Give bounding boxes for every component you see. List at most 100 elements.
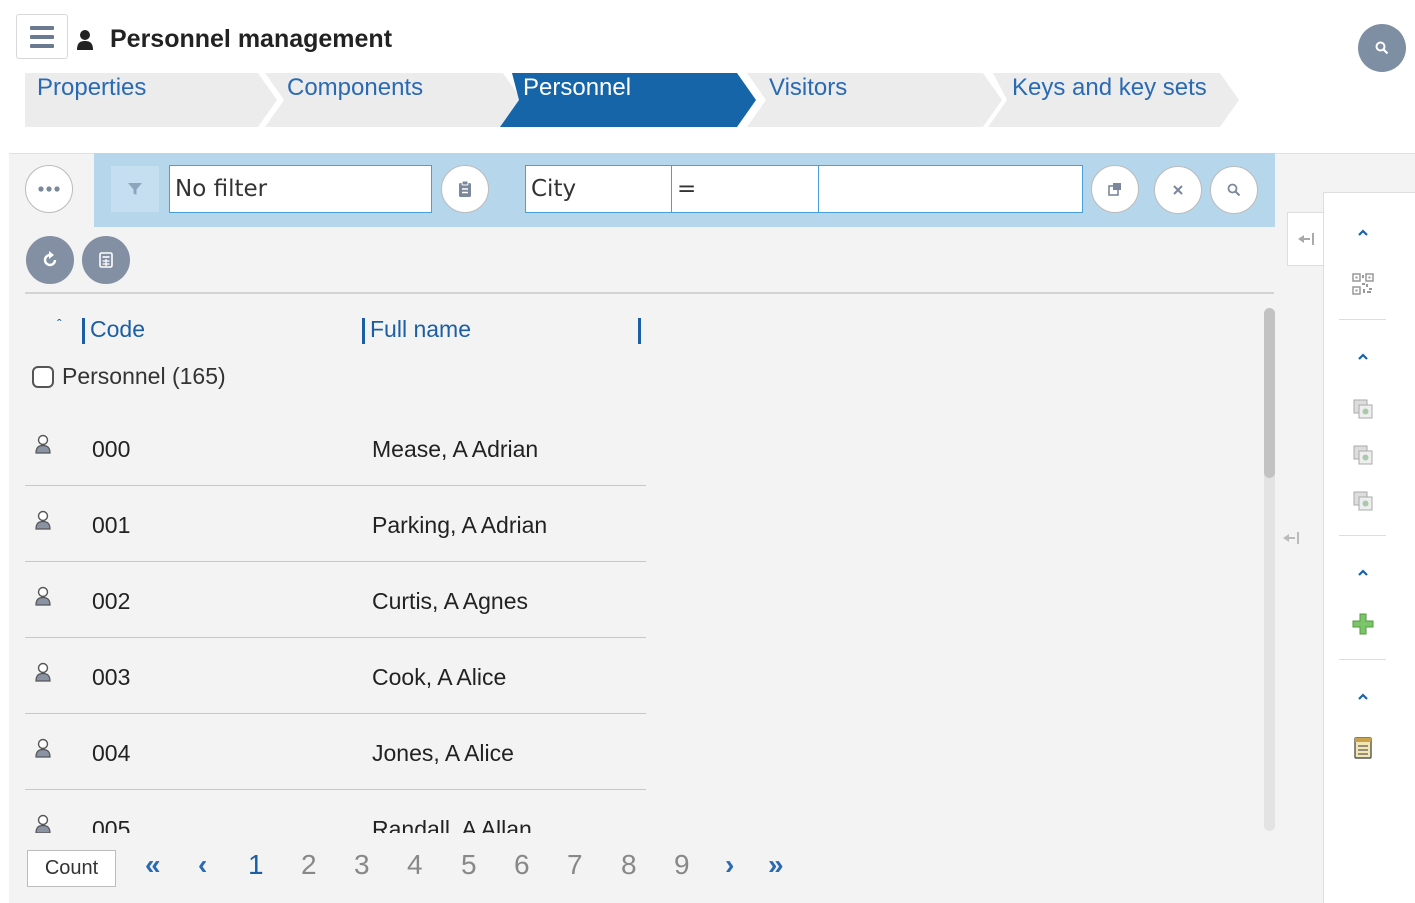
chevron-up-icon (1358, 569, 1368, 576)
column-header-full-name[interactable]: Full name (370, 316, 471, 343)
person-icon (35, 738, 51, 758)
row-full-name: Cook, A Alice (372, 664, 507, 690)
page-6-link[interactable]: 6 (514, 849, 530, 881)
row-code: 005 (92, 816, 131, 833)
copy-icon (1353, 445, 1373, 465)
search-icon (1375, 41, 1389, 55)
person-icon (35, 814, 51, 833)
chevron-up-icon (1358, 353, 1368, 360)
tab-components[interactable]: Components (287, 74, 423, 102)
report-button[interactable] (1352, 737, 1374, 759)
page-title: Personnel management (110, 25, 393, 53)
tab-keys-and-key-sets[interactable]: Keys and key sets (1012, 74, 1207, 102)
app-header: Personnel management Properties Componen… (0, 0, 1415, 150)
funnel-icon (128, 183, 142, 195)
apply-filter-search-button[interactable] (1210, 166, 1258, 214)
open-filter-dialog-button[interactable] (1091, 165, 1139, 213)
column-header-code[interactable]: Code (90, 316, 145, 343)
filter-field-select[interactable] (525, 165, 672, 213)
close-icon (1173, 185, 1183, 195)
clear-filter-button[interactable] (1154, 166, 1202, 214)
filter-operator-select[interactable] (671, 165, 819, 213)
report-icon (1354, 737, 1372, 759)
page-7-link[interactable]: 7 (567, 849, 583, 881)
row-code: 001 (92, 512, 131, 538)
page-5-link[interactable]: 5 (461, 849, 477, 881)
table-row[interactable]: 005 Randall, A Allan (25, 790, 646, 833)
collapse-panel-button[interactable] (1281, 531, 1301, 550)
hamburger-menu-icon[interactable] (16, 14, 68, 59)
calculator-button[interactable] (82, 236, 130, 284)
table-row[interactable]: 004 Jones, A Alice (25, 714, 646, 790)
filter-criteria-input[interactable] (818, 165, 1083, 213)
copy-icon (1353, 399, 1373, 419)
refresh-button[interactable] (26, 236, 74, 284)
collapse-arrow-icon (1297, 233, 1314, 245)
tab-properties[interactable]: Properties (37, 74, 146, 102)
add-record-button[interactable] (1352, 613, 1374, 635)
count-button[interactable]: Count (27, 850, 116, 887)
column-resize-handle[interactable] (82, 318, 85, 344)
page-3-link[interactable]: 3 (354, 849, 370, 881)
row-code: 000 (92, 436, 131, 462)
row-full-name: Mease, A Adrian (372, 436, 539, 462)
row-code: 003 (92, 664, 131, 690)
personnel-list: 000 Mease, A Adrian 001 Parking, A Adria… (25, 410, 646, 833)
person-icon (35, 434, 51, 454)
copy-record-button[interactable] (1352, 398, 1374, 420)
copy-record-button[interactable] (1352, 444, 1374, 466)
table-row[interactable]: 001 Parking, A Adrian (25, 486, 646, 562)
collapse-arrow-icon (1283, 532, 1299, 544)
next-page-button[interactable]: › (725, 849, 734, 881)
qr-code-button[interactable] (1352, 273, 1374, 295)
user-icon (77, 30, 93, 50)
sidebar-divider (1339, 659, 1386, 660)
row-full-name: Jones, A Alice (372, 740, 514, 766)
row-full-name: Curtis, A Agnes (372, 588, 528, 614)
table-row[interactable]: 003 Cook, A Alice (25, 638, 646, 714)
person-icon (35, 662, 51, 682)
column-resize-handle[interactable] (638, 318, 641, 344)
person-icon (35, 510, 51, 530)
page-2-link[interactable]: 2 (301, 849, 317, 881)
saved-filters-button[interactable] (441, 165, 489, 213)
global-search-button[interactable] (1358, 24, 1406, 72)
group-select-checkbox[interactable] (32, 365, 54, 388)
previous-page-button[interactable]: ‹ (198, 849, 207, 881)
copy-record-button[interactable] (1352, 490, 1374, 512)
row-full-name: Parking, A Adrian (372, 512, 548, 538)
page-1-link[interactable]: 1 (248, 849, 264, 881)
row-code: 004 (92, 740, 131, 766)
last-page-button[interactable]: » (768, 849, 784, 881)
first-page-button[interactable]: « (145, 849, 161, 881)
list-scrollbar-thumb[interactable] (1264, 308, 1275, 478)
page-8-link[interactable]: 8 (621, 849, 637, 881)
row-code: 002 (92, 588, 131, 614)
section-toggle[interactable] (1352, 561, 1374, 583)
page-9-link[interactable]: 9 (674, 849, 690, 881)
filter-toggle-button[interactable] (111, 166, 159, 212)
section-toggle[interactable] (1352, 345, 1374, 367)
actions-sidebar (1323, 192, 1415, 903)
calculator-icon (99, 252, 113, 268)
chevron-up-icon (1358, 229, 1368, 236)
chevron-up-icon (1358, 693, 1368, 700)
more-options-button[interactable] (25, 165, 73, 213)
person-icon (35, 586, 51, 606)
section-toggle[interactable] (1352, 221, 1374, 243)
table-row[interactable]: 002 Curtis, A Agnes (25, 562, 646, 638)
filter-name-input[interactable] (169, 165, 432, 213)
row-full-name: Randall, A Allan (372, 816, 532, 833)
sort-ascending-icon[interactable]: ˆ (57, 316, 62, 332)
search-icon (1227, 183, 1241, 197)
table-row[interactable]: 000 Mease, A Adrian (25, 410, 646, 486)
column-resize-handle[interactable] (362, 318, 365, 344)
tab-personnel[interactable]: Personnel (523, 74, 631, 102)
group-header: Personnel (165) (32, 363, 226, 390)
collapse-sidebar-button[interactable] (1287, 212, 1323, 266)
tab-visitors[interactable]: Visitors (769, 74, 847, 102)
refresh-icon (43, 251, 57, 267)
popout-icon (1108, 183, 1121, 196)
section-toggle[interactable] (1352, 685, 1374, 707)
page-4-link[interactable]: 4 (407, 849, 423, 881)
